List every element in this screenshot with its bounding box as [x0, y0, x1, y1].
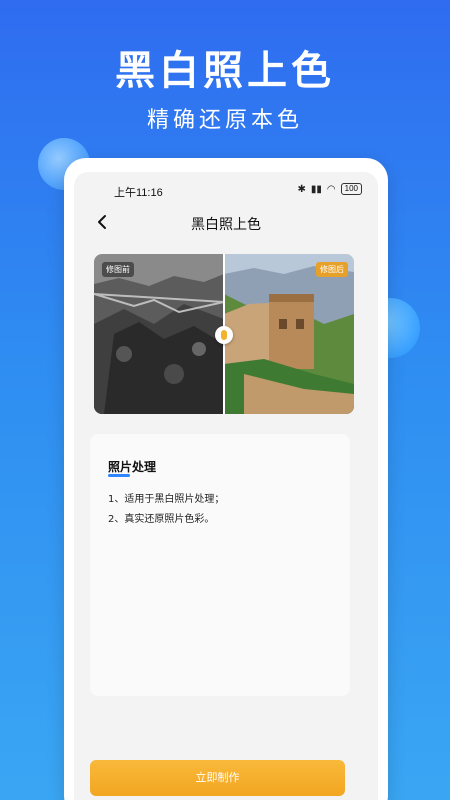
info-card: 照片处理 1、适用于黑白照片处理； 2、真实还原照片色彩。 — [90, 434, 350, 696]
before-label: 修图前 — [102, 262, 134, 277]
after-label: 修图后 — [316, 262, 348, 277]
page-title: 黑白照上色 — [191, 217, 261, 233]
status-icons: ✱ ▮▮ ◠ 100 — [297, 183, 362, 195]
bluetooth-icon: ✱ — [297, 183, 306, 195]
after-photo — [224, 254, 354, 414]
battery-indicator: 100 — [340, 183, 362, 195]
phone-screen: 上午11:16 ✱ ▮▮ ◠ 100 黑白照上色 修图前 修图后 照片处理 1、… — [74, 172, 378, 800]
before-after-comparison[interactable]: 修图前 修图后 — [94, 254, 354, 414]
status-time: 上午11:16 — [114, 187, 163, 199]
title-underline — [108, 474, 130, 477]
comparison-slider-handle[interactable] — [215, 326, 233, 344]
start-button[interactable]: 立即制作 — [90, 760, 345, 796]
signal-icon: ▮▮ — [310, 183, 322, 195]
wifi-icon: ◠ — [326, 183, 336, 195]
status-bar: 上午11:16 ✱ ▮▮ ◠ 100 — [74, 180, 378, 200]
hero-subtitle: 精确还原本色 — [146, 108, 303, 133]
nav-bar: 黑白照上色 — [74, 210, 378, 236]
info-title: 照片处理 — [108, 460, 157, 474]
info-line: 2、真实还原照片色彩。 — [108, 514, 215, 525]
info-line: 1、适用于黑白照片处理； — [108, 494, 225, 505]
before-photo — [94, 254, 224, 414]
hero-title: 黑白照上色 — [115, 48, 335, 94]
